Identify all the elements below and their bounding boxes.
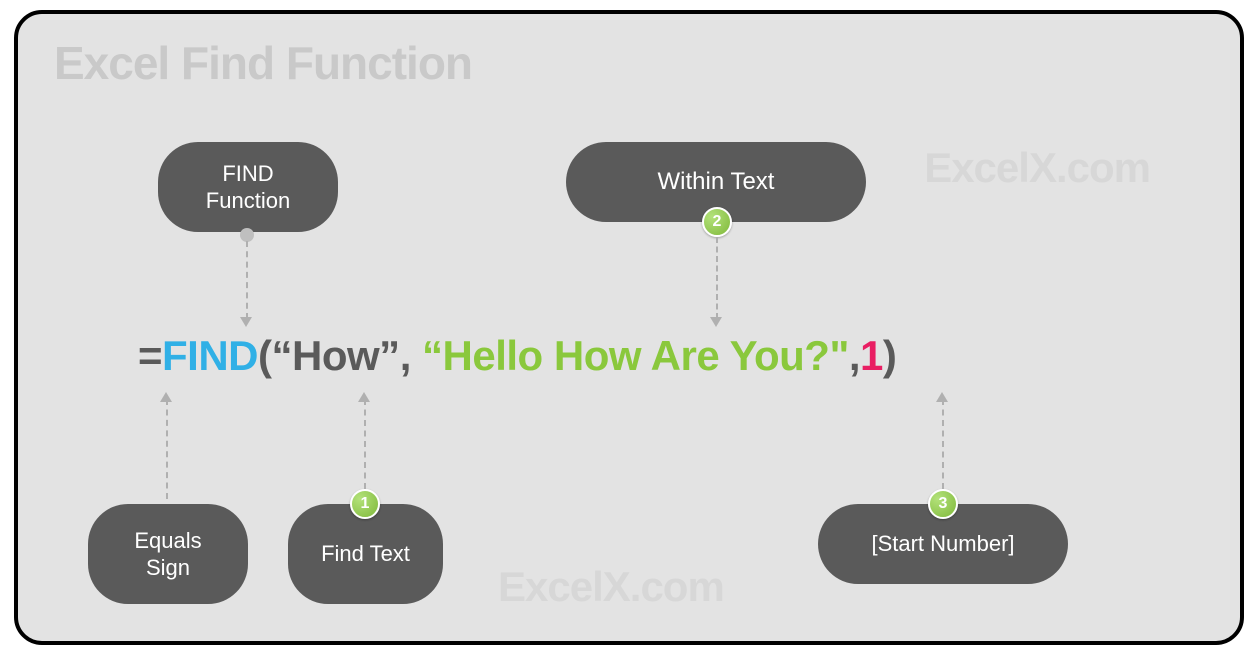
formula-comma1: , [400, 332, 422, 379]
formula-open-paren: ( [258, 332, 272, 379]
connector-line [716, 237, 718, 319]
arrow-up-icon [358, 392, 370, 402]
arrow-up-icon [160, 392, 172, 402]
badge-find-text: 1 [350, 489, 380, 519]
connector-line [166, 399, 168, 499]
connector-dot-icon [240, 228, 254, 242]
arrow-down-icon [710, 317, 722, 327]
diagram-canvas: Excel Find Function ExcelX.com ExcelX.co… [14, 10, 1244, 645]
formula-close-paren: ) [883, 332, 897, 379]
connector-line [942, 399, 944, 489]
callout-equals-sign: Equals Sign [88, 504, 248, 604]
formula: =FIND(“How”, “Hello How Are You?",1) [138, 332, 896, 380]
watermark-top: ExcelX.com [924, 144, 1150, 192]
formula-find-text: “How” [272, 332, 400, 379]
badge-within-text: 2 [702, 207, 732, 237]
connector-line [246, 241, 248, 319]
callout-find-text: Find Text [288, 504, 443, 604]
badge-start-number: 3 [928, 489, 958, 519]
watermark-bottom: ExcelX.com [498, 563, 724, 611]
formula-equals: = [138, 332, 162, 379]
connector-line [364, 399, 366, 489]
formula-within-text: “Hello How Are You?" [422, 332, 849, 379]
formula-comma2: , [849, 332, 860, 379]
page-title: Excel Find Function [54, 36, 472, 90]
arrow-up-icon [936, 392, 948, 402]
arrow-down-icon [240, 317, 252, 327]
formula-start-num: 1 [860, 332, 883, 379]
callout-find-function: FIND Function [158, 142, 338, 232]
formula-function-name: FIND [162, 332, 258, 379]
